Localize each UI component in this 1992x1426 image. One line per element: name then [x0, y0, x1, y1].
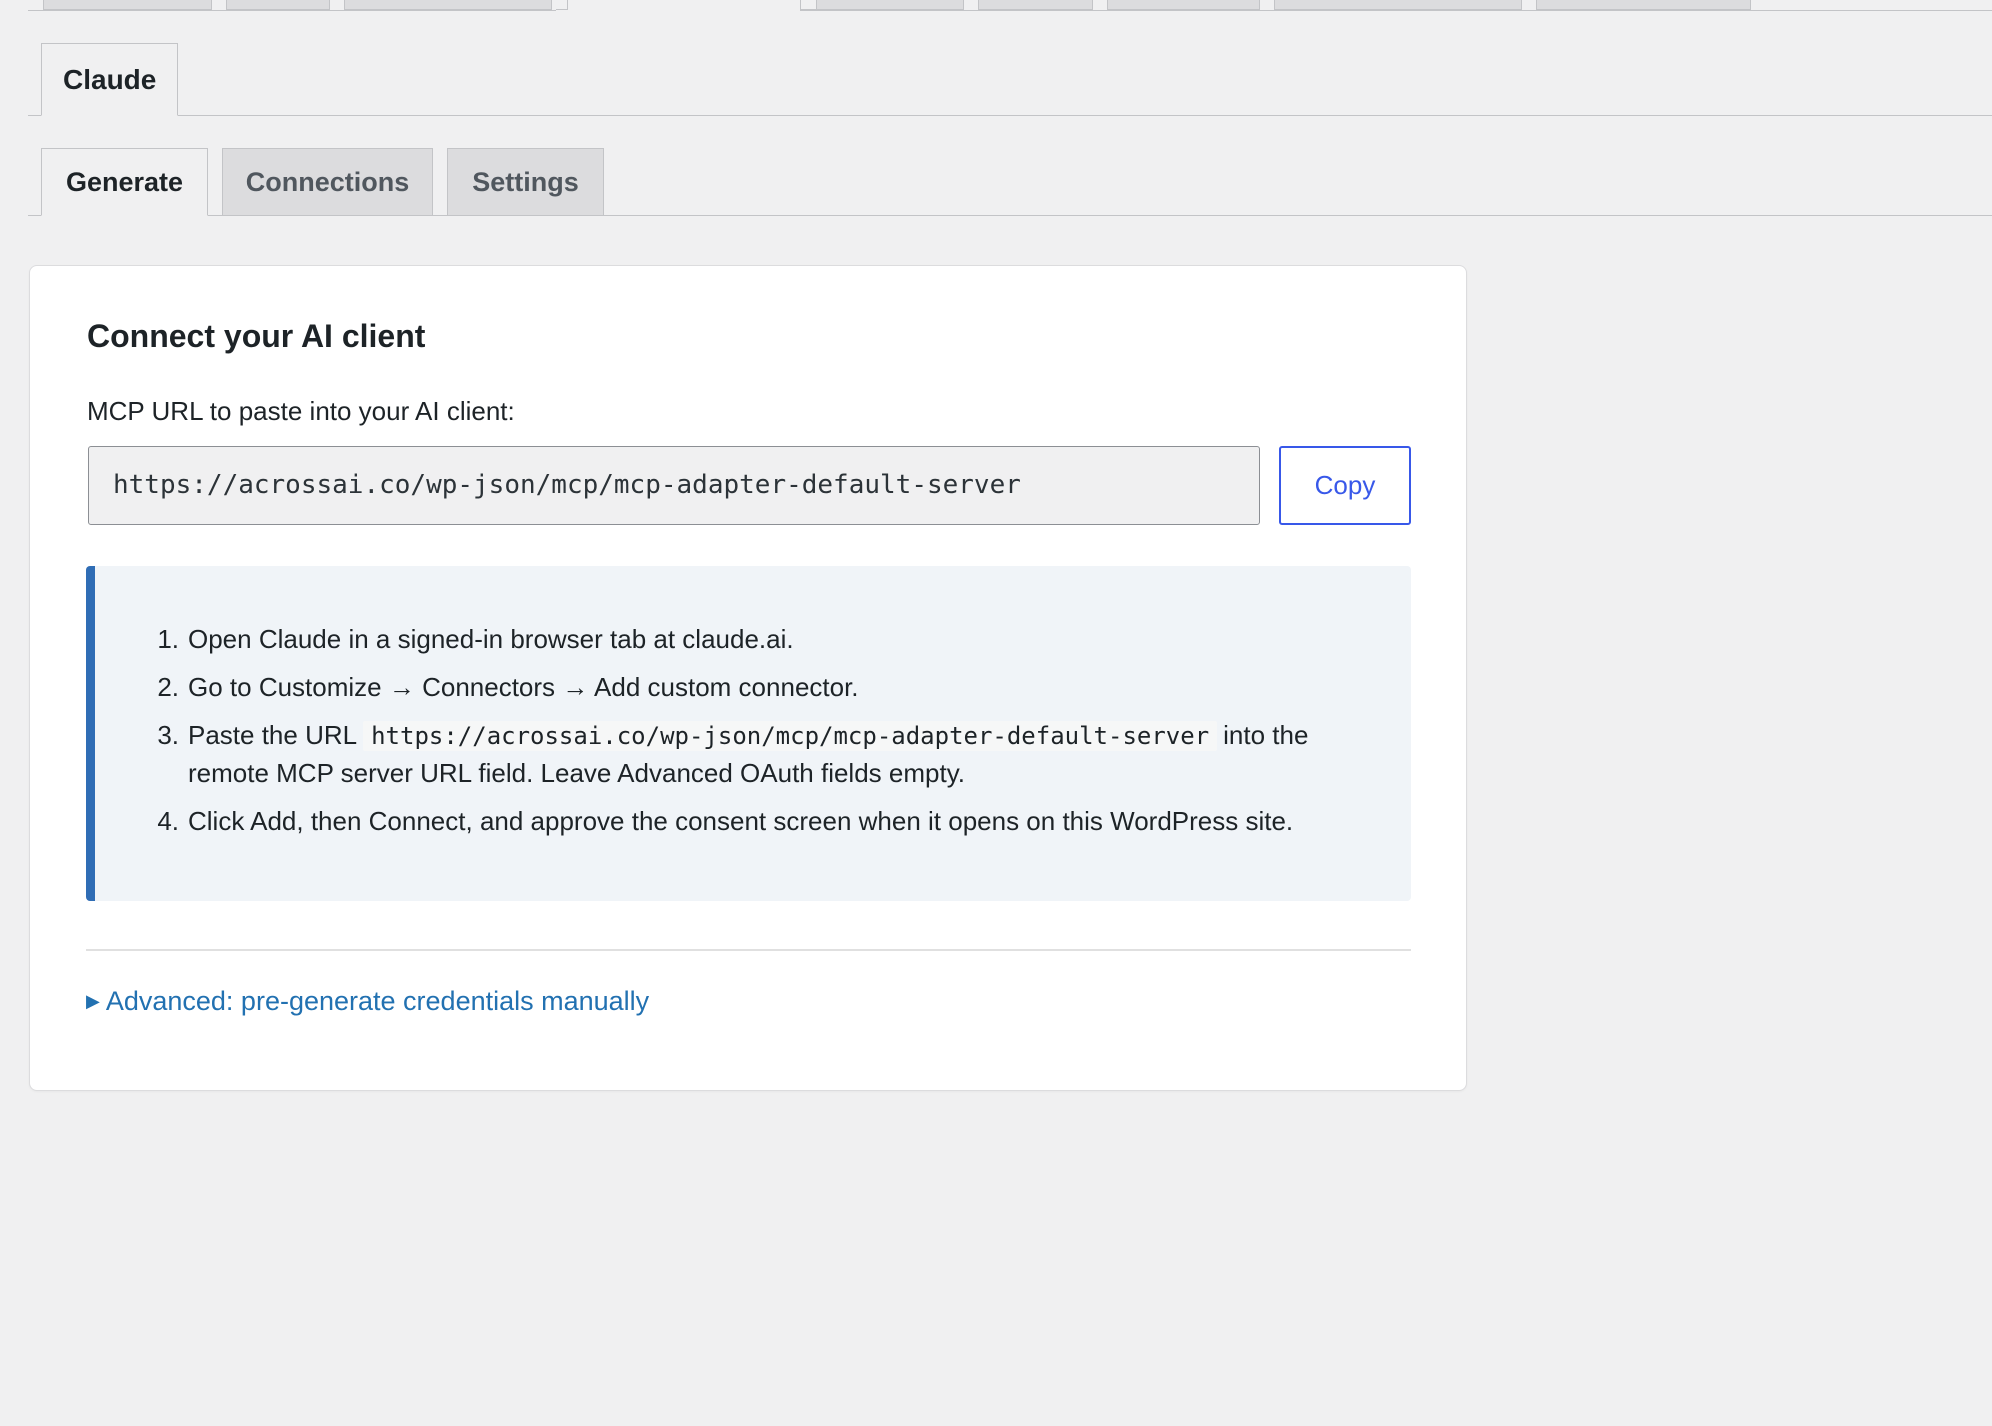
mcp-url-field[interactable]: https://acrossai.co/wp-json/mcp/mcp-adap…: [88, 446, 1260, 525]
top-tab-baseline: [28, 10, 556, 11]
list-item: 3. Paste the URL https://acrossai.co/wp-js…: [145, 717, 1375, 792]
step-number: 4.: [157, 806, 179, 836]
top-tab-stub-edge: [556, 0, 568, 10]
tab-claude[interactable]: Claude: [41, 43, 179, 116]
tab-settings[interactable]: Settings: [447, 148, 604, 216]
section-divider: [86, 949, 1411, 951]
top-tab-stub[interactable]: [816, 0, 964, 10]
step-url-code: https://acrossai.co/wp-json/mcp/mcp-adap…: [363, 721, 1218, 751]
step-number: 1.: [157, 624, 179, 654]
step-text-before: Paste the URL: [188, 720, 358, 750]
step-text: Go to Customize → Connectors → Add custo…: [188, 672, 859, 702]
top-tab-stub-edge: [800, 0, 816, 10]
top-tab-baseline: [800, 10, 1992, 11]
top-tab-stub[interactable]: [978, 0, 1093, 10]
advanced-credentials-toggle[interactable]: ▶ Advanced: pre-generate credentials manu…: [86, 983, 649, 1019]
list-item: 2. Go to Customize → Connectors → Add cus…: [145, 669, 1375, 706]
connect-client-card: Connect your AI client MCP URL to paste …: [29, 265, 1467, 1091]
list-item: 1. Open Claude in a signed-in browser tab…: [145, 621, 1375, 658]
triangle-right-icon: ▶: [86, 991, 100, 1011]
top-tab-stub[interactable]: [1274, 0, 1522, 10]
plugin-tab-bar: Claude: [28, 43, 1992, 116]
tab-generate[interactable]: Generate: [41, 148, 208, 216]
top-tab-stub[interactable]: [43, 0, 212, 10]
advanced-toggle-label: Advanced: pre-generate credentials manua…: [105, 986, 650, 1016]
top-tab-stub[interactable]: [1536, 0, 1751, 10]
instructions-list: 1. Open Claude in a signed-in browser tab…: [145, 621, 1375, 851]
plugin-tab-bar-line: [28, 115, 1992, 116]
step-number: 3.: [157, 720, 179, 750]
copy-button[interactable]: Copy: [1279, 446, 1411, 525]
tab-connections[interactable]: Connections: [222, 148, 433, 216]
step-text: Open Claude in a signed-in browser tab a…: [188, 624, 794, 654]
top-tab-stub[interactable]: [1107, 0, 1260, 10]
step-text: Click Add, then Connect, and approve the…: [188, 806, 1294, 836]
list-item: 4. Click Add, then Connect, and approve t…: [145, 803, 1375, 840]
top-tab-stub[interactable]: [344, 0, 552, 10]
step-number: 2.: [157, 672, 179, 702]
instructions-notice: 1. Open Claude in a signed-in browser tab…: [86, 566, 1411, 901]
mcp-url-label: MCP URL to paste into your AI client:: [87, 396, 515, 426]
top-tab-stub[interactable]: [226, 0, 330, 10]
card-title: Connect your AI client: [87, 318, 426, 354]
sub-tab-bar: Generate Connections Settings: [28, 148, 1992, 216]
top-tab-strip: [0, 0, 1992, 12]
